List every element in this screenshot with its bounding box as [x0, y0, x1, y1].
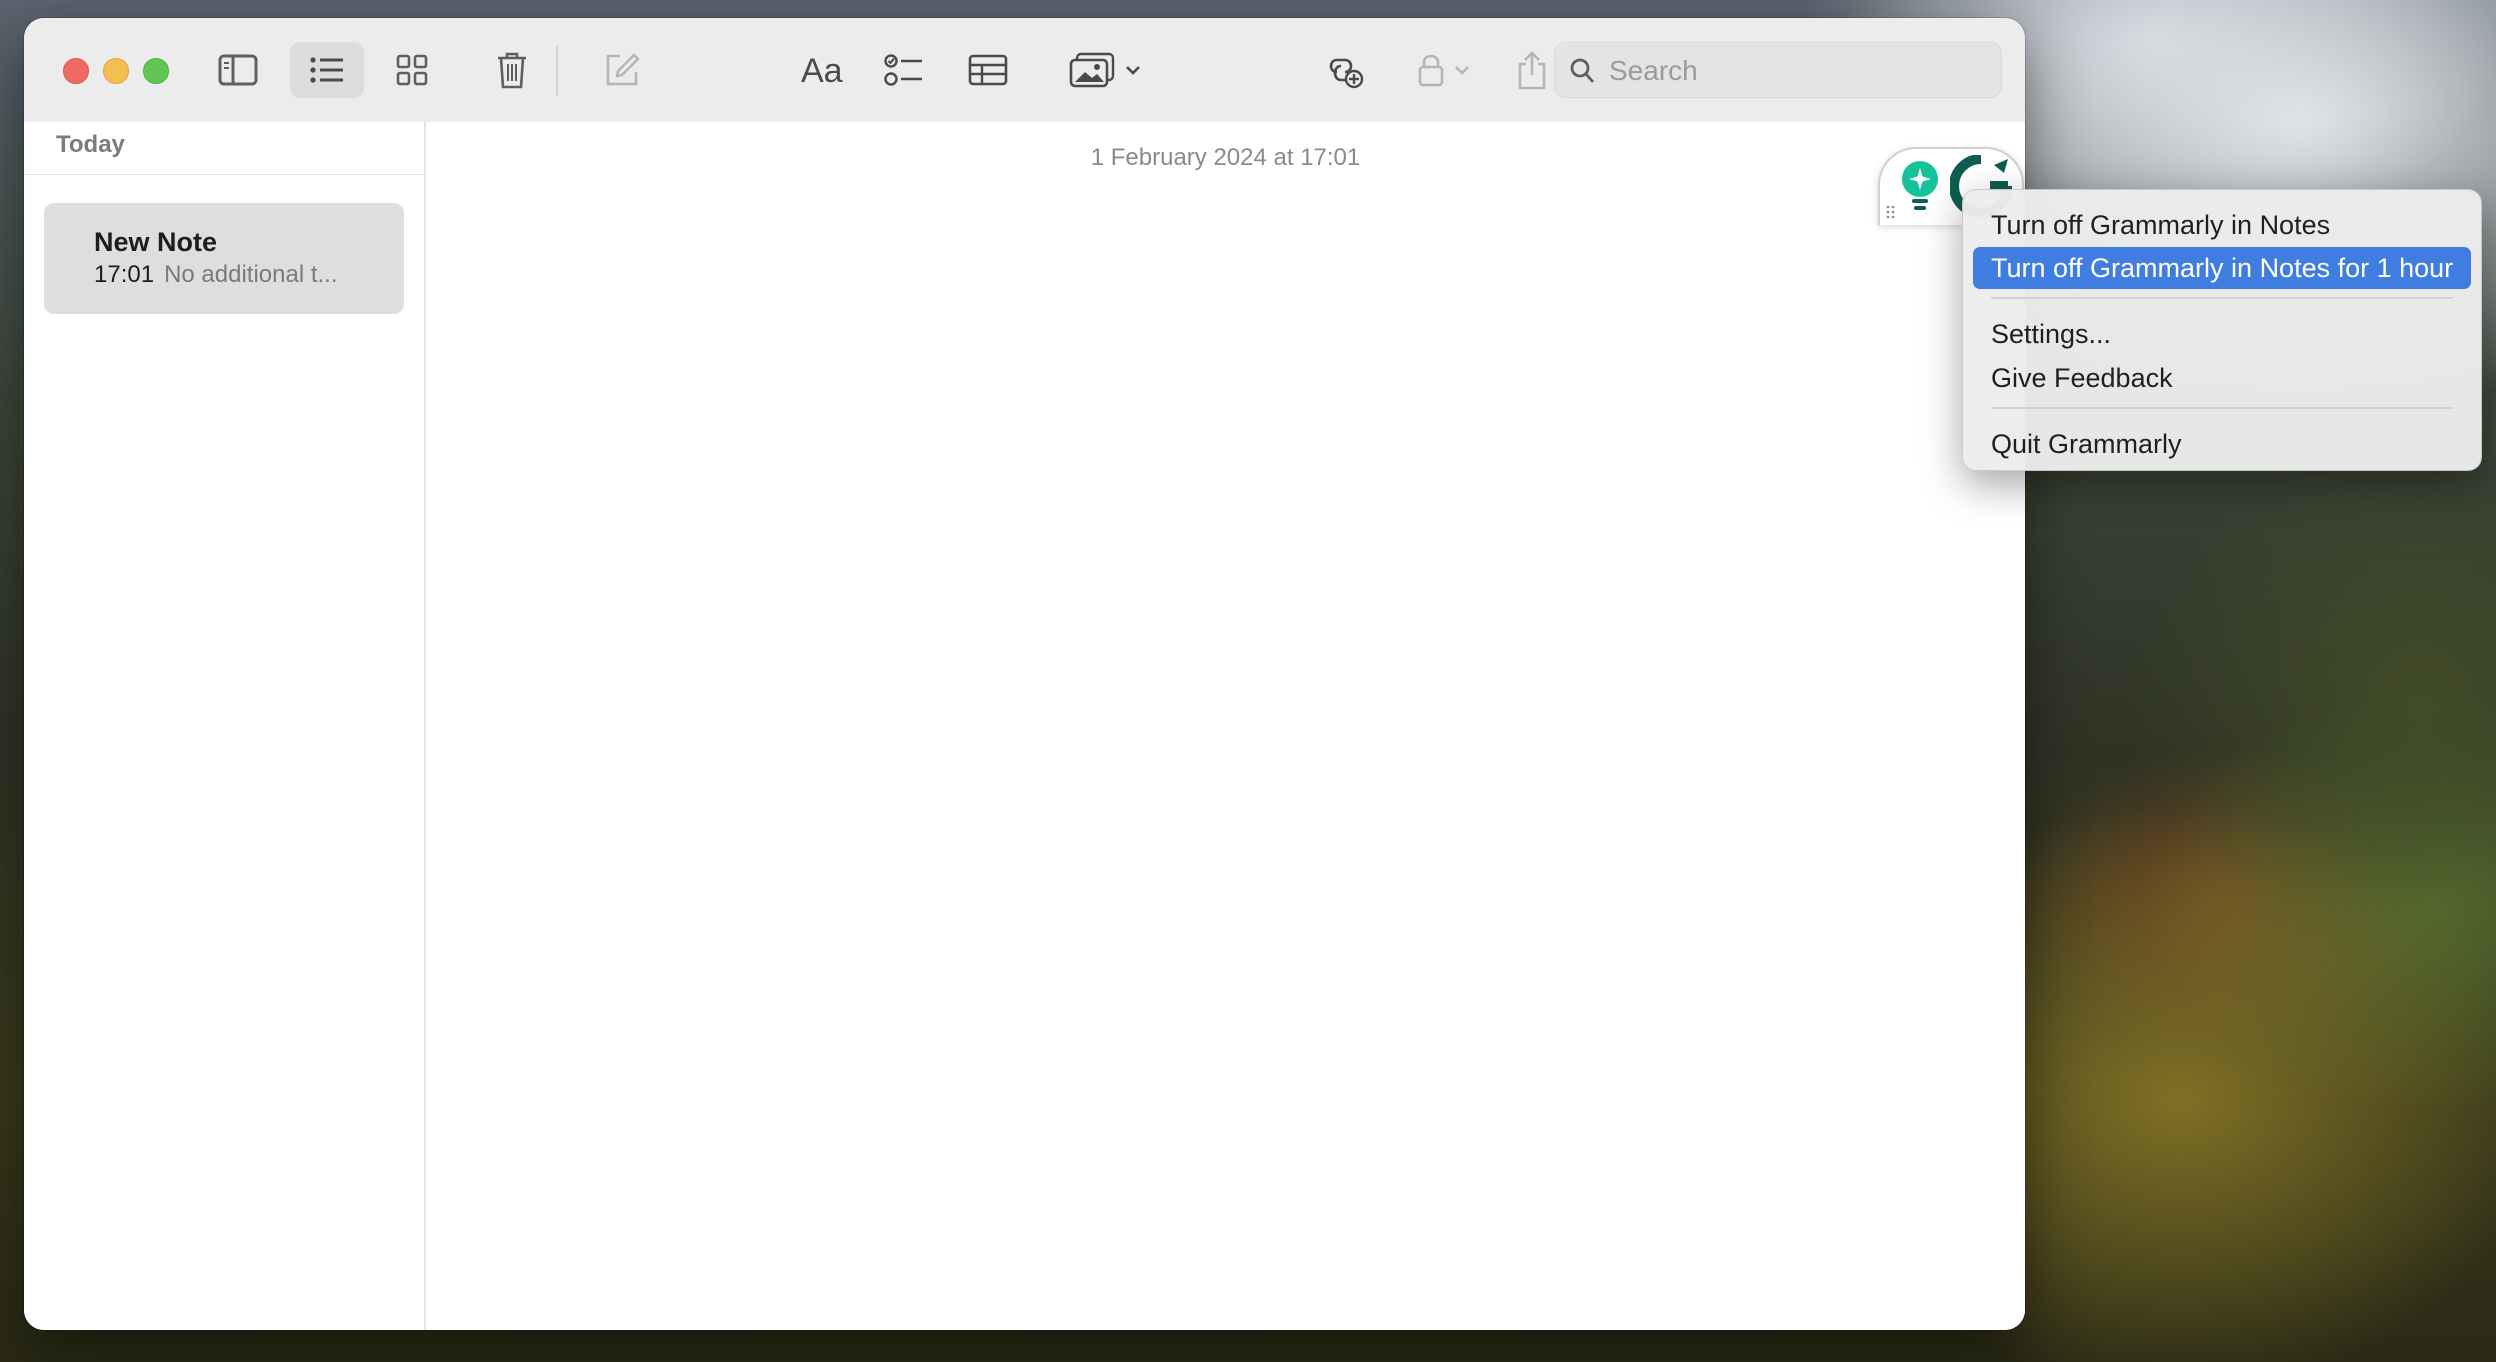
compose-icon [606, 53, 640, 86]
collaborate-icon [1329, 58, 1364, 89]
close-window-button[interactable] [63, 58, 89, 84]
lock-note-button[interactable] [1404, 42, 1484, 98]
lock-icon [1418, 54, 1444, 87]
note-list-item[interactable]: New Note 17:01 No additional t... [44, 203, 404, 314]
minimize-window-button[interactable] [103, 58, 129, 84]
svg-text:Aa: Aa [801, 54, 843, 86]
menu-item-quit-grammarly[interactable]: Quit Grammarly [1973, 423, 2471, 465]
table-icon [968, 54, 1008, 86]
search-field[interactable] [1554, 42, 2002, 98]
notes-window: Aa Search Today New Note 17:01 No additi… [24, 18, 2025, 1330]
share-button[interactable] [1504, 42, 1560, 98]
note-editor[interactable]: 1 February 2024 at 17:01 [426, 122, 2025, 1330]
grammarly-assistant-icon[interactable] [1898, 159, 1942, 213]
note-meta: 17:01 No additional t... [94, 261, 338, 289]
search-input[interactable] [1607, 51, 1991, 91]
menu-separator [1991, 297, 2453, 299]
checklist-button[interactable] [876, 42, 932, 98]
delete-note-button[interactable] [484, 42, 540, 98]
note-title: New Note [94, 227, 218, 257]
checklist-icon [884, 54, 922, 86]
menu-separator [1991, 407, 2453, 409]
sidebar-toggle-button[interactable] [210, 42, 266, 98]
new-note-button[interactable] [594, 42, 650, 98]
note-date: 1 February 2024 at 17:01 [1090, 144, 1361, 171]
list-view-button[interactable] [290, 42, 364, 98]
note-preview: No additional t... [164, 261, 338, 288]
chevron-down-icon [1126, 66, 1140, 75]
list-icon [310, 57, 343, 83]
sidebar-icon [218, 54, 258, 86]
table-button[interactable] [960, 42, 1016, 98]
trash-icon [498, 52, 526, 89]
chevron-down-icon [1455, 66, 1469, 75]
share-icon [1518, 51, 1546, 90]
gallery-view-button[interactable] [384, 42, 440, 98]
toolbar-separator [556, 46, 558, 96]
menu-item-turn-off-grammarly[interactable]: Turn off Grammarly in Notes [1973, 204, 2471, 246]
note-time: 17:01 [94, 261, 155, 288]
grammarly-context-menu: Turn off Grammarly in Notes Turn off Gra… [1962, 189, 2482, 471]
format-text-button[interactable]: Aa [792, 42, 852, 98]
collaborate-button[interactable] [1316, 42, 1372, 98]
menu-item-settings[interactable]: Settings... [1973, 313, 2471, 355]
notes-list-sidebar: Today New Note 17:01 No additional t... [24, 122, 426, 1330]
toolbar: Aa [24, 18, 2025, 123]
drag-handle-icon[interactable] [1886, 205, 1896, 219]
photo-icon [1069, 52, 1115, 88]
menu-item-give-feedback[interactable]: Give Feedback [1973, 357, 2471, 399]
menu-item-turn-off-grammarly-1-hour[interactable]: Turn off Grammarly in Notes for 1 hour [1973, 247, 2471, 289]
maximize-window-button[interactable] [143, 58, 169, 84]
text-format-icon: Aa [801, 54, 843, 86]
search-icon [1570, 58, 1595, 83]
media-button[interactable] [1050, 42, 1160, 98]
grid-icon [396, 54, 428, 86]
section-header-today: Today [24, 122, 424, 175]
